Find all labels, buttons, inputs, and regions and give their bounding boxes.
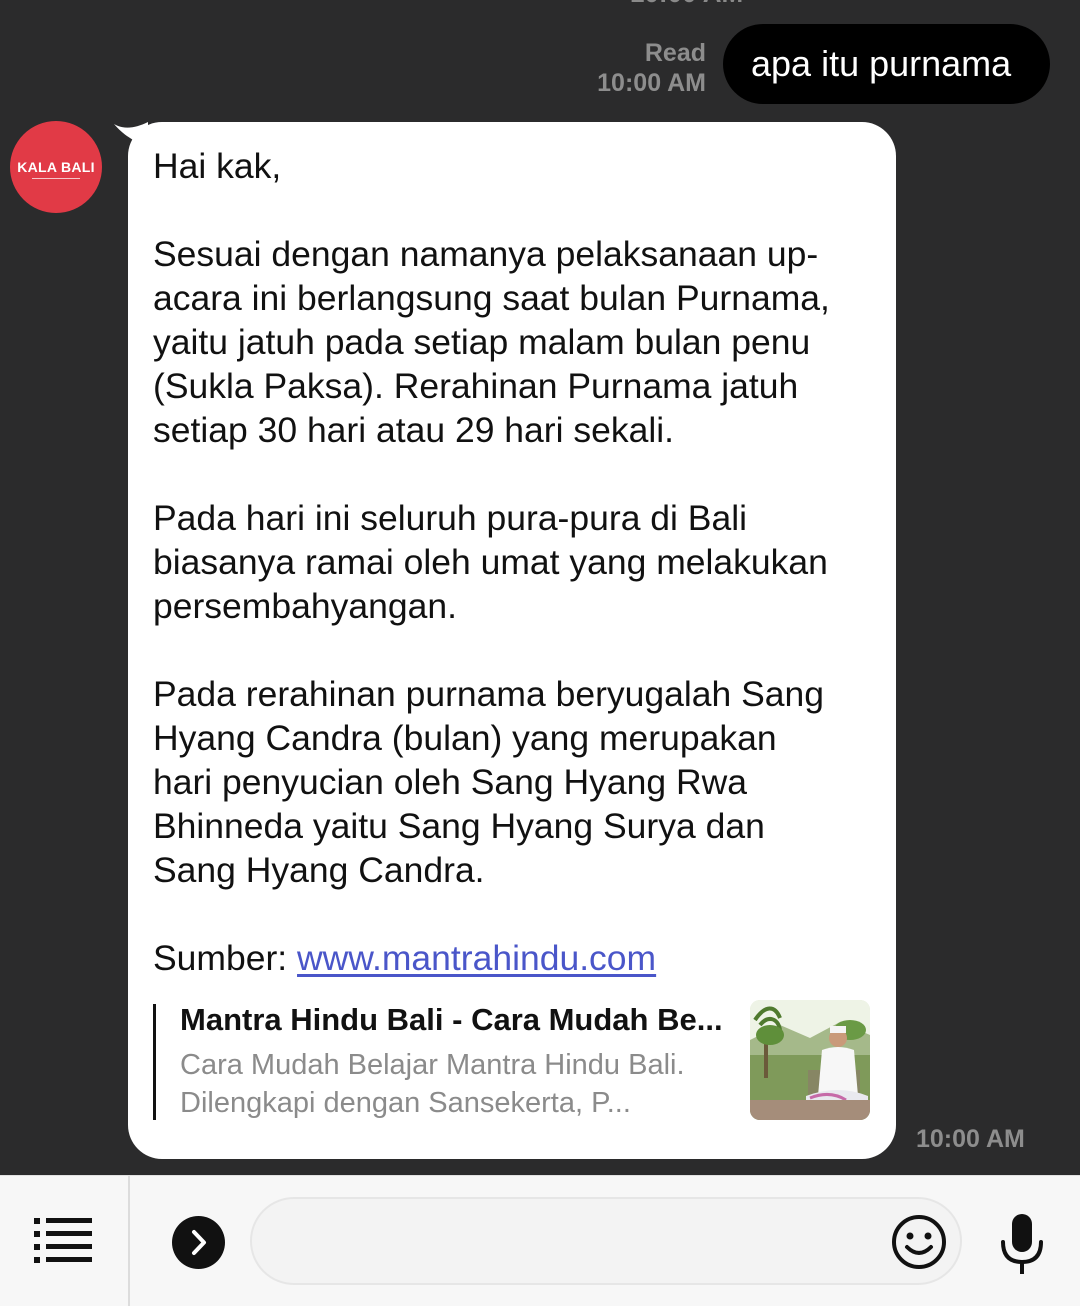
previous-message-time: 10:00 AM [630,0,743,9]
chat-area[interactable]: 10:00 AM Read 10:00 AM apa itu purnama K… [0,0,1080,1175]
incoming-message-text: Hai kak, Sesuai dengan namanya pelaksana… [153,146,830,890]
smiley-icon [892,1215,946,1269]
emoji-button[interactable] [890,1213,948,1271]
incoming-time: 10:00 AM [916,1125,1025,1153]
chevron-right-circle-icon [192,1230,206,1255]
expand-button[interactable] [172,1216,225,1269]
source-link[interactable]: www.mantrahindu.com [297,938,656,978]
incoming-message-bubble[interactable]: Hai kak, Sesuai dengan namanya pelaksana… [128,122,896,1159]
avatar[interactable]: KALA BALI [10,121,102,213]
source-label: Sumber: [153,938,298,978]
avatar-logo-text: KALA BALI [17,159,95,175]
microphone-icon [1001,1214,1043,1274]
outgoing-message-bubble[interactable]: apa itu purnama [723,24,1050,104]
menu-list-icon [34,1218,92,1263]
preview-thumbnail-image [750,1000,870,1120]
message-input-bar [0,1175,1080,1306]
menu-button[interactable] [0,1176,130,1306]
avatar-logo-underline [32,178,80,179]
preview-description: Cara Mudah Belajar Mantra Hindu Bali. Di… [180,1049,685,1119]
link-preview-card[interactable]: Mantra Hindu Bali - Cara Mudah Be... Car… [153,1000,871,1122]
microphone-button[interactable] [996,1212,1048,1276]
outgoing-time: 10:00 AM [597,69,706,97]
outgoing-message-text: apa itu purnama [751,43,1012,84]
preview-title: Mantra Hindu Bali - Cara Mudah Be... [180,1002,723,1037]
outgoing-meta: Read 10:00 AM [597,38,706,98]
message-input[interactable] [250,1197,962,1285]
read-receipt: Read [644,39,706,67]
source-line: Sumber: www.mantrahindu.com [153,936,876,980]
preview-accent-bar [153,1004,156,1120]
